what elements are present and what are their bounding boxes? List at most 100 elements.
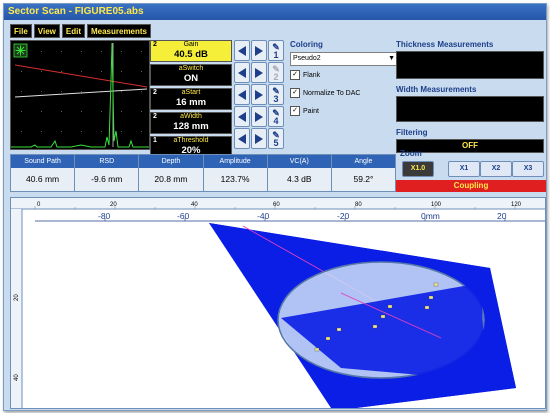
readout-rsd: RSD -9.6 mm [75,155,140,191]
readout-sound-path: Sound Path 40.6 mm [11,155,76,191]
menu-view[interactable]: View [33,24,60,38]
decrease-awidth-button[interactable] [234,106,250,127]
menu-file[interactable]: File [10,24,32,38]
gate-line [14,88,148,98]
normalize-dac-checkbox[interactable]: ✓ Normalize To DAC [290,88,398,98]
increase-gain-button[interactable] [251,40,267,61]
zoom-x3-button[interactable]: X3 [512,161,544,177]
readout-amplitude: Amplitude 123.7% [203,155,268,191]
param-page-1-label: 1 [273,49,279,60]
arrow-right-icon [255,89,263,100]
readout-sound-path-label: Sound Path [11,155,75,168]
decrease-aswitch-button[interactable] [234,62,250,83]
param-awidth[interactable]: 2 aWidth 128 mm [150,112,232,134]
readout-depth-value: 20.8 mm [154,174,188,184]
param-nav-buttons: ✎ 1 ✎ 2 ✎ 3 ✎ 4 ✎ 5 [234,40,284,150]
scale-label-0mm: 0mm [421,211,440,221]
readout-depth: Depth 20.8 mm [139,155,204,191]
zoom-x1-button[interactable]: X1 [448,161,480,177]
sector-scan-window: Sector Scan - FIGURE05.abs File View Edi… [3,3,547,411]
filtering-label: Filtering [396,128,428,137]
decrease-gain-button[interactable] [234,40,250,61]
freeze-icon[interactable] [13,43,28,58]
param-page-3-button[interactable]: ✎ 3 [268,84,284,105]
param-page-4-button[interactable]: ✎ 4 [268,106,284,127]
chevron-down-icon: ▼ [388,55,395,62]
param-awidth-label: aWidth [180,113,202,120]
readout-angle-label: Angle [331,155,396,168]
param-page-2-button[interactable]: ✎ 2 [268,62,284,83]
checkmark-icon: ✓ [290,70,300,80]
arrow-right-icon [255,133,263,144]
param-gain-step: 2 [153,41,157,48]
arrow-right-icon [255,111,263,122]
window-title: Sector Scan - FIGURE05.abs [8,6,144,17]
zoom-label: Zoom [400,149,422,158]
zoom-x2-button[interactable]: X2 [480,161,512,177]
flank-checkbox[interactable]: ✓ Flank [290,70,398,80]
coloring-panel: Coloring Pseudo2 ▼ ✓ Flank ✓ Normalize T… [290,40,398,116]
menu-measurements[interactable]: Measurements [86,24,152,38]
param-gain-label: Gain [183,41,199,48]
arrow-left-icon [238,111,246,122]
param-athreshold-step: 1 [153,137,157,144]
scale-label-neg40: -40 [257,211,270,221]
param-aswitch-label: aSwitch [178,65,204,72]
param-page-5-label: 5 [273,137,279,148]
measurements-panel: Thickness Measurements Width Measurement… [396,40,544,153]
readout-rsd-value: -9.6 mm [91,174,123,184]
increase-astart-button[interactable] [251,84,267,105]
param-astart[interactable]: 2 aStart 16 mm [150,88,232,110]
coloring-select-value: Pseudo2 [293,55,321,62]
param-aswitch[interactable]: aSwitch ON [150,64,232,86]
readout-depth-label: Depth [139,155,203,168]
ascan-display[interactable] [10,40,150,150]
readout-amplitude-label: Amplitude [203,155,267,168]
increase-aswitch-button[interactable] [251,62,267,83]
param-gain[interactable]: 2 Gain 40.5 dB [150,40,232,62]
param-astart-step: 2 [153,89,157,96]
flank-label: Flank [303,71,321,79]
ascan-plot [11,42,149,148]
param-awidth-step: 2 [153,113,157,120]
zoom-x1-0-button[interactable]: X1.0 [402,161,434,177]
paint-checkbox[interactable]: ✓ Paint [290,106,398,116]
increase-athreshold-button[interactable] [251,128,267,149]
param-page-5-button[interactable]: ✎ 5 [268,128,284,149]
ruler-tick-80: 80 [355,202,362,208]
param-page-1-button[interactable]: ✎ 1 [268,40,284,61]
paint-label: Paint [303,107,319,115]
param-astart-label: aStart [181,89,201,96]
title-bar: Sector Scan - FIGURE05.abs [4,4,546,20]
ruler-tick-20: 20 [110,202,117,208]
coloring-select[interactable]: Pseudo2 ▼ [290,52,398,66]
parameter-panel: 2 Gain 40.5 dB aSwitch ON 2 aStart 16 mm… [150,40,232,160]
readout-angle: Angle 59.2° [331,155,396,191]
left-tick-20: 20 [14,294,20,301]
decrease-astart-button[interactable] [234,84,250,105]
checkmark-icon: ✓ [290,88,300,98]
width-display [396,96,544,122]
arrow-left-icon [238,45,246,56]
menu-edit[interactable]: Edit [61,24,85,38]
param-aswitch-value: ON [183,73,199,84]
readout-rsd-label: RSD [75,155,139,168]
normalize-dac-label: Normalize To DAC [303,89,361,97]
arrow-left-icon [238,67,246,78]
increase-awidth-button[interactable] [251,106,267,127]
coloring-label: Coloring [290,40,323,49]
param-athreshold-label: aThreshold [173,137,209,144]
ascan-grid-dots [21,51,142,132]
decrease-athreshold-button[interactable] [234,128,250,149]
param-astart-value: 16 mm [175,97,207,108]
readout-vca-label: VC(A) [267,155,331,168]
readout-vca: VC(A) 4.3 dB [267,155,332,191]
readout-sound-path-value: 40.6 mm [26,174,60,184]
left-tick-40: 40 [14,374,20,381]
readout-angle-value: 59.2° [353,174,374,184]
dac-curve [14,64,148,88]
arrow-left-icon [238,89,246,100]
sector-scan-view[interactable]: 0 20 40 60 80 100 120 -80 -60 -40 -20 0m… [10,197,546,409]
param-awidth-value: 128 mm [173,121,209,132]
measurement-readouts: Sound Path 40.6 mm RSD -9.6 mm Depth 20.8 m… [10,154,396,192]
